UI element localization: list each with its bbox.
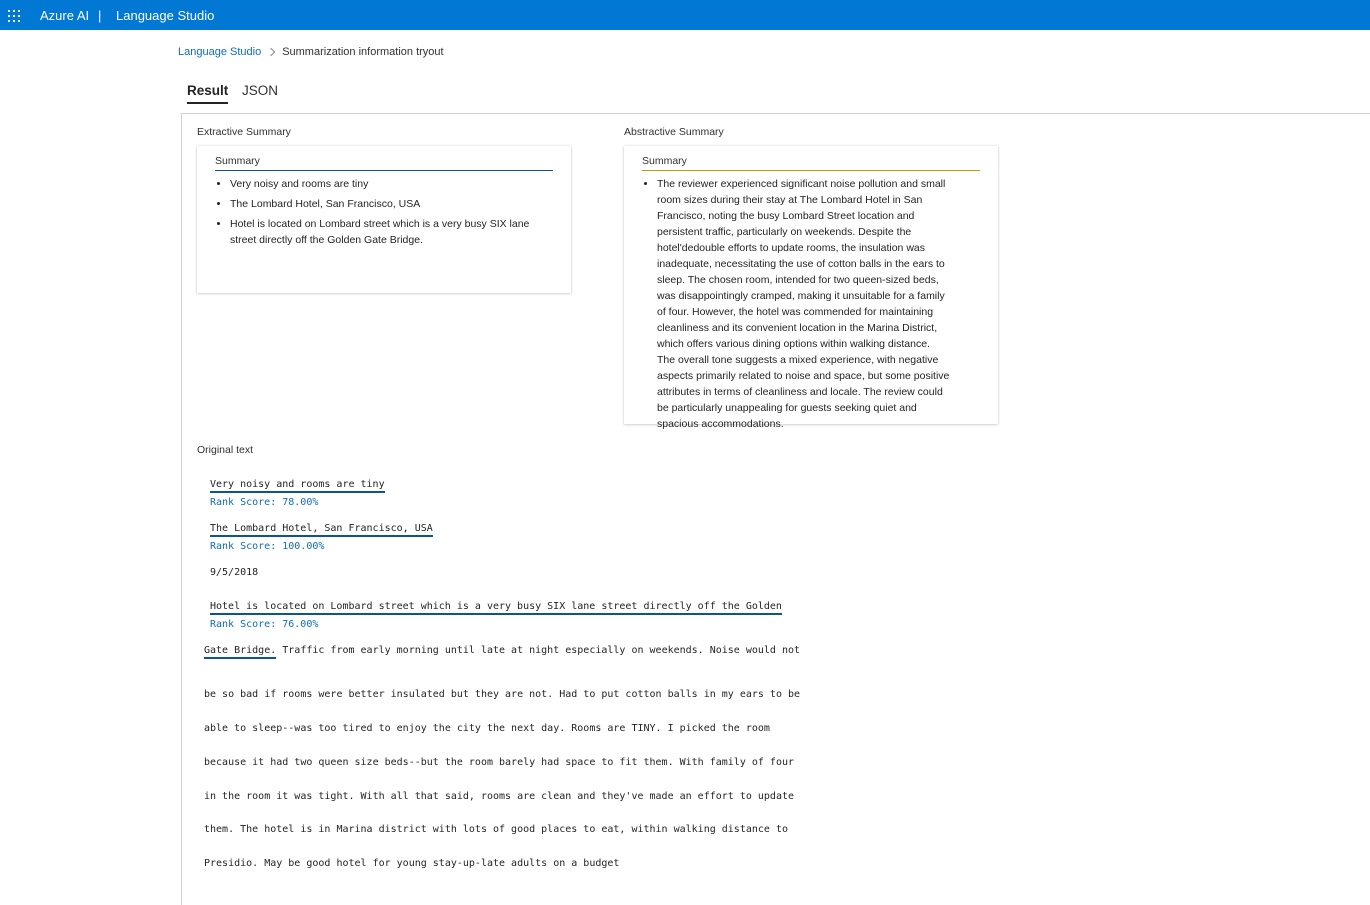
abstractive-summary-title: Abstractive Summary (624, 126, 724, 138)
original-text-line: able to sleep--was too tired to enjoy th… (204, 723, 770, 734)
breadcrumb: Language Studio Summarization informatio… (178, 45, 444, 59)
list-item: The Lombard Hotel, San Francisco, USA (230, 196, 540, 212)
waffle-icon[interactable] (8, 10, 20, 22)
original-text-fragment: Traffic from early morning until late at… (276, 645, 801, 656)
extractive-summary-header: Summary (215, 155, 553, 171)
brand-separator: | (98, 8, 102, 23)
extractive-summary-card: Summary Very noisy and rooms are tiny Th… (197, 146, 571, 293)
original-text-line: because it had two queen size beds--but … (204, 757, 795, 768)
rank-score: Rank Score: 76.00% (210, 619, 319, 630)
list-item: Very noisy and rooms are tiny (230, 176, 540, 192)
highlighted-sentence[interactable]: The Lombard Hotel, San Francisco, USA (210, 523, 433, 537)
abstractive-summary-list: The reviewer experienced significant noi… (657, 176, 950, 436)
rank-score: Rank Score: 78.00% (210, 497, 319, 508)
top-bar: Azure AI | Language Studio (0, 0, 1370, 30)
breadcrumb-current: Summarization information tryout (282, 46, 444, 58)
original-text-title: Original text (197, 444, 254, 456)
extractive-summary-title: Extractive Summary (197, 126, 291, 138)
review-date: 9/5/2018 (210, 567, 259, 578)
highlighted-sentence[interactable]: Hotel is located on Lombard street which… (210, 601, 782, 615)
original-text-line: Presidio. May be good hotel for young st… (204, 858, 620, 869)
product-name[interactable]: Language Studio (116, 8, 214, 23)
highlighted-sentence[interactable]: Very noisy and rooms are tiny (210, 479, 385, 493)
list-item: Hotel is located on Lombard street which… (230, 216, 540, 248)
abstractive-summary-header: Summary (642, 155, 980, 171)
original-text-line: be so bad if rooms were better insulated… (204, 689, 801, 700)
original-text-line: them. The hotel is in Marina district wi… (204, 824, 788, 835)
original-text-line: Gate Bridge. Traffic from early morning … (204, 645, 801, 659)
highlighted-sentence-continuation[interactable]: Gate Bridge. (204, 645, 277, 659)
extractive-summary-list: Very noisy and rooms are tiny The Lombar… (230, 176, 540, 252)
rank-score: Rank Score: 100.00% (210, 541, 325, 552)
abstractive-summary-card: Summary The reviewer experienced signifi… (624, 146, 998, 430)
tab-json[interactable]: JSON (242, 82, 278, 99)
list-item: The reviewer experienced significant noi… (657, 176, 950, 432)
original-text-line: in the room it was tight. With all that … (204, 791, 795, 802)
chevron-right-icon (266, 47, 276, 57)
tab-result[interactable]: Result (187, 82, 229, 104)
breadcrumb-root-link[interactable]: Language Studio (178, 45, 261, 59)
brand-name[interactable]: Azure AI (40, 8, 89, 23)
